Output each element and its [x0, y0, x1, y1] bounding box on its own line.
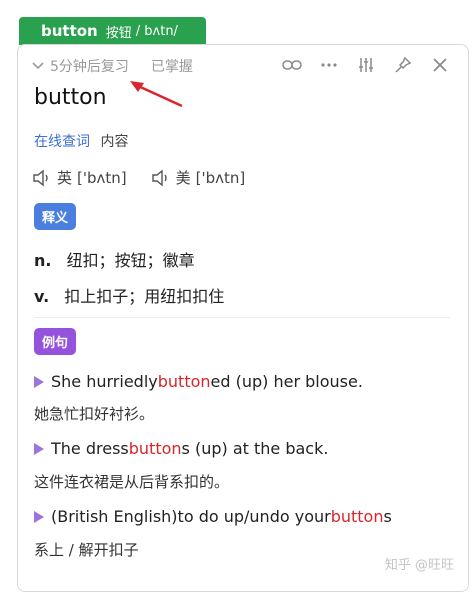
- link-icon[interactable]: [282, 55, 302, 75]
- example-highlight: button: [128, 439, 182, 458]
- example-translation: 她急忙扣好衬衫。: [34, 405, 155, 423]
- definition-meaning: 扣上扣子；用纽扣扣住: [64, 287, 225, 306]
- example-sentence: The dress button s (up) at the back.: [34, 439, 328, 458]
- pronunciation-us[interactable]: 美 ['bʌtn]: [151, 167, 246, 188]
- pronunciation-row: 英 ['bʌtn] 美 ['bʌtn]: [32, 167, 269, 188]
- definition-pos: v.: [34, 287, 50, 306]
- example-text: ed (up) her blouse.: [210, 372, 363, 391]
- word-tag: button 按钮 / bʌtn/: [19, 17, 206, 45]
- example-highlight: button: [330, 507, 384, 526]
- query-row: 在线查词 内容: [34, 131, 128, 151]
- definition-item: v. 扣上扣子；用纽扣扣住: [34, 283, 224, 307]
- mastered-button[interactable]: 已掌握: [151, 56, 193, 76]
- play-triangle-icon[interactable]: [34, 442, 44, 455]
- headword: button: [34, 85, 107, 110]
- example-text: (British English)to do up/undo your: [51, 507, 331, 526]
- popup-toolbar: 5分钟后复习 已掌握: [18, 45, 468, 85]
- example-text: The dress: [51, 439, 129, 458]
- pronunciation-region: 美: [175, 169, 191, 187]
- tag-phonetic: / bʌtn/: [135, 23, 178, 39]
- section-divider: [34, 317, 450, 318]
- definition-pos: n.: [34, 251, 52, 270]
- example-text: s: [383, 507, 392, 526]
- definition-meaning: 纽扣；按钮；徽章: [66, 251, 195, 270]
- pronunciation-uk[interactable]: 英 ['bʌtn]: [32, 167, 127, 188]
- review-controls: 5分钟后复习 已掌握: [32, 56, 193, 76]
- play-triangle-icon[interactable]: [34, 375, 44, 388]
- pronunciation-ipa: ['bʌtn]: [195, 168, 246, 187]
- example-translation: 系上 / 解开扣子: [34, 541, 139, 559]
- example-text: s (up) at the back.: [181, 439, 329, 458]
- content-label: 内容: [100, 134, 129, 150]
- pronunciation-ipa: ['bʌtn]: [77, 168, 127, 187]
- review-schedule-button[interactable]: 5分钟后复习: [50, 56, 129, 76]
- definition-item: n. 纽扣；按钮；徽章: [34, 247, 195, 271]
- more-icon[interactable]: [319, 55, 339, 75]
- example-sentence: (British English)to do up/undo your butt…: [34, 507, 392, 526]
- toolbar-icons: [282, 55, 450, 75]
- annotation-arrow-icon: [130, 81, 183, 108]
- pronunciation-region: 英: [57, 169, 73, 187]
- play-triangle-icon[interactable]: [34, 510, 44, 523]
- example-text: She hurriedly: [51, 372, 158, 391]
- speaker-icon[interactable]: [32, 169, 52, 187]
- watermark: 知乎 @旺旺: [384, 558, 454, 573]
- pin-icon[interactable]: [393, 55, 413, 75]
- tag-word: button: [41, 22, 98, 40]
- definitions-badge: 释义: [34, 203, 77, 230]
- online-lookup-link[interactable]: 在线查词: [34, 134, 90, 150]
- example-highlight: button: [157, 372, 211, 391]
- speaker-icon[interactable]: [151, 169, 171, 187]
- chevron-down-icon[interactable]: [32, 59, 44, 73]
- examples-badge: 例句: [34, 328, 77, 355]
- settings-sliders-icon[interactable]: [356, 55, 376, 75]
- dictionary-popup: 5分钟后复习 已掌握 button 在线查词 内容 英 ['bʌtn] 美 ['…: [17, 44, 469, 592]
- example-sentence: She hurriedly button ed (up) her blouse.: [34, 372, 363, 391]
- tag-pos: 按钮: [105, 25, 132, 41]
- close-icon[interactable]: [430, 55, 450, 75]
- example-translation: 这件连衣裙是从后背系扣的。: [34, 473, 230, 491]
